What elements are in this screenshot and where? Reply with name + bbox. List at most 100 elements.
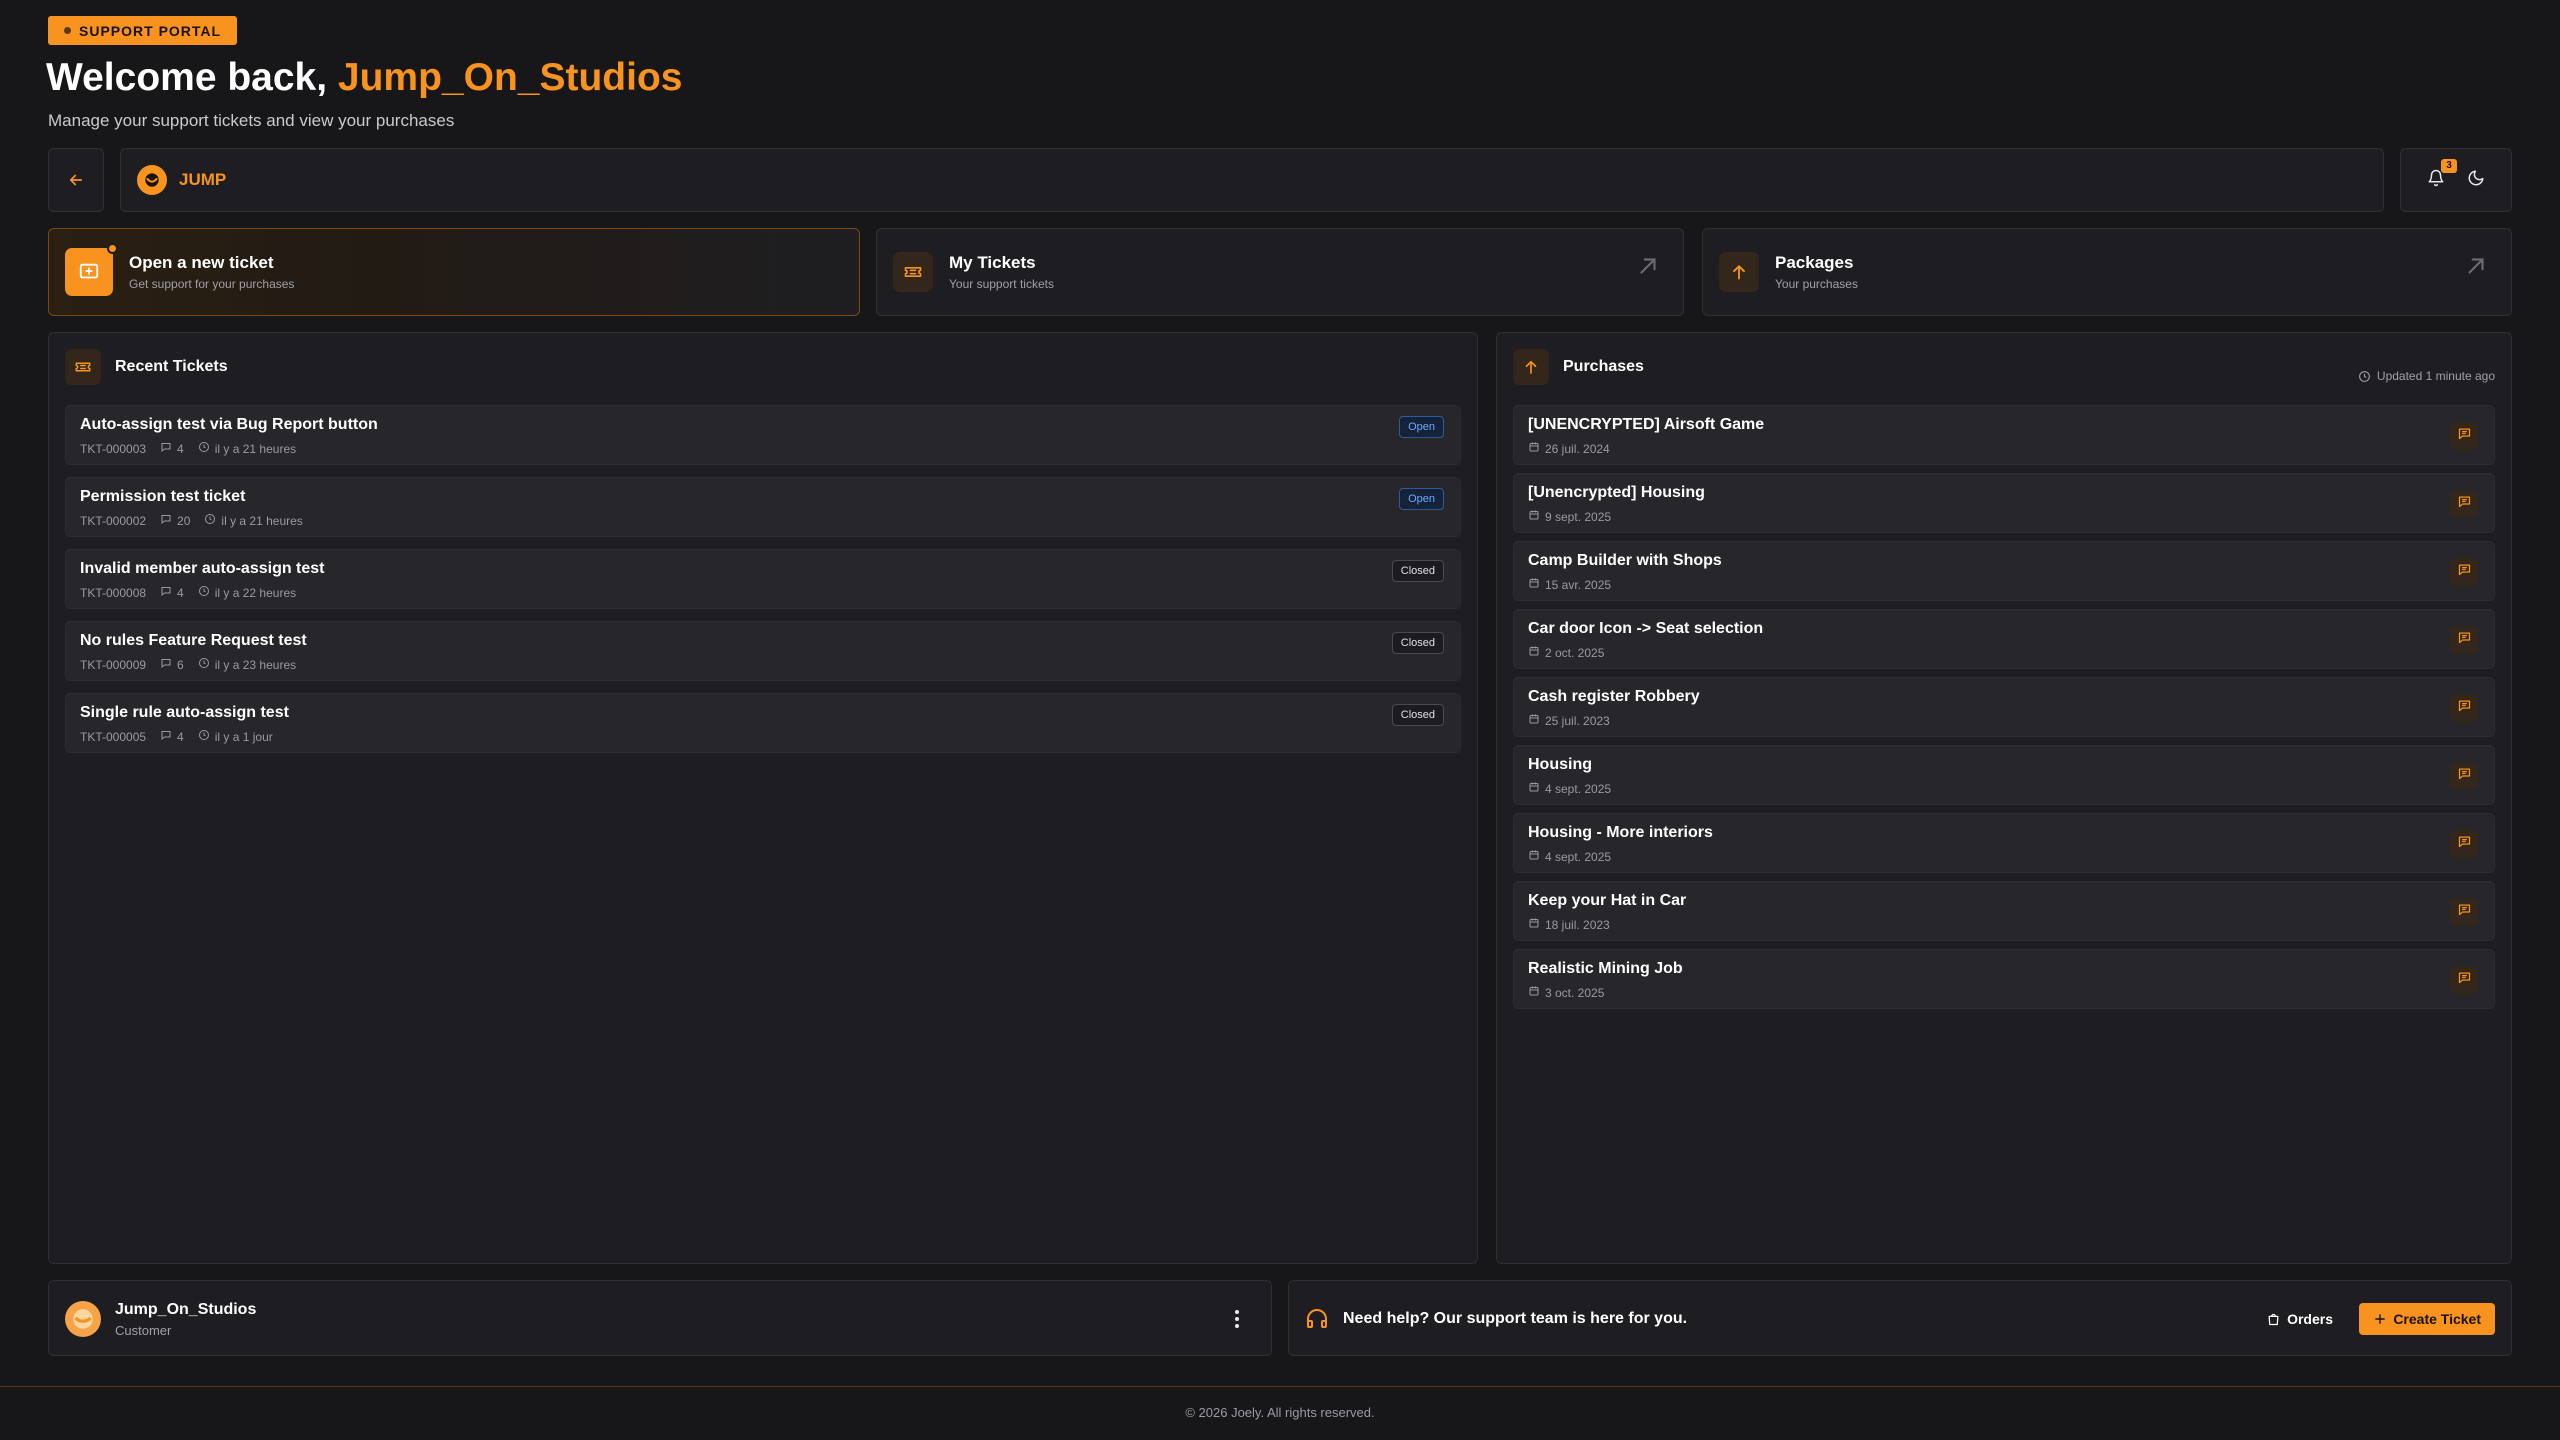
purchase-title: Housing [1528, 756, 1592, 773]
calendar-icon [1528, 441, 1540, 456]
ticket-comments: 4 [160, 441, 184, 456]
ticket-title: Permission test ticket [80, 488, 246, 505]
purchase-meta: 2 oct. 2025 [1528, 645, 1604, 660]
ticket-id: TKT-000008 [80, 585, 147, 600]
my-tickets-card[interactable]: My Tickets Your support tickets [876, 228, 1684, 316]
purchase-title: Keep your Hat in Car [1528, 892, 1687, 909]
purchase-date: 4 sept. 2025 [1545, 781, 1612, 796]
notifications-button[interactable]: 3 [2427, 158, 2457, 192]
ticket-title: Auto-assign test via Bug Report button [80, 416, 378, 433]
message-square-icon [2457, 426, 2472, 446]
open-ticket-for-purchase-button[interactable] [2450, 898, 2478, 926]
avatar [65, 1301, 101, 1337]
ticket-comments: 4 [160, 729, 184, 744]
user-name: Jump_On_Studios [115, 1301, 257, 1318]
purchase-row[interactable]: Camp Builder with Shops 15 avr. 2025 [1513, 541, 2495, 601]
packages-card[interactable]: Packages Your purchases [1702, 228, 2512, 316]
ticket-row[interactable]: Invalid member auto-assign test TKT-00000… [65, 549, 1461, 609]
purchase-date: 4 sept. 2025 [1545, 849, 1612, 864]
calendar-icon [1528, 577, 1540, 592]
open-ticket-for-purchase-button[interactable] [2450, 762, 2478, 790]
purchase-row[interactable]: Keep your Hat in Car 18 juil. 2023 [1513, 881, 2495, 941]
ticket-comment-count: 20 [177, 513, 191, 528]
badge-dot-icon [64, 27, 71, 34]
purchase-meta: 4 sept. 2025 [1528, 781, 1611, 796]
user-menu-button[interactable] [1227, 1307, 1247, 1336]
recent-tickets-title: Recent Tickets [115, 358, 228, 375]
ticket-id: TKT-000002 [80, 513, 147, 528]
footer-copyright: © 2026 Joely. All rights reserved. [1185, 1405, 1375, 1420]
ticket-time-text: il y a 22 heures [214, 585, 297, 600]
ticket-comments: 4 [160, 585, 184, 600]
more-vertical-icon [1235, 1310, 1239, 1328]
ticket-id: TKT-000005 [80, 729, 147, 744]
welcome-user-name: Jump_On_Studios [337, 56, 683, 99]
quick-card-title: My Tickets [949, 253, 1036, 272]
ticket-row[interactable]: Permission test ticket TKT-000002 20 il y a… [65, 477, 1461, 537]
ticket-time: il y a 21 heures [204, 513, 303, 528]
status-badge: Open [1399, 488, 1444, 510]
ticket-row[interactable]: Single rule auto-assign test TKT-000005 4 i… [65, 693, 1461, 753]
header-actions: 3 [2400, 148, 2512, 212]
purchase-row[interactable]: Realistic Mining Job 3 oct. 2025 [1513, 949, 2495, 1009]
ticket-title: No rules Feature Request test [80, 632, 307, 649]
ticket-comments: 6 [160, 657, 184, 672]
ticket-title: Single rule auto-assign test [80, 704, 289, 721]
ticket-icon [65, 349, 101, 385]
recent-tickets-panel: Recent Tickets Auto-assign test via Bug … [48, 332, 1478, 1264]
purchase-title: [Unencrypted] Housing [1528, 484, 1705, 501]
ticket-row[interactable]: No rules Feature Request test TKT-000009 6… [65, 621, 1461, 681]
open-ticket-for-purchase-button[interactable] [2450, 422, 2478, 450]
ticket-time-text: il y a 21 heures [214, 441, 297, 456]
create-ticket-button[interactable]: Create Ticket [2359, 1303, 2495, 1335]
page-subtitle: Manage your support tickets and view you… [48, 111, 455, 130]
purchases-panel: Purchases Updated 1 minute ago [UNENCRYP… [1496, 332, 2512, 1264]
open-ticket-for-purchase-button[interactable] [2450, 490, 2478, 518]
updated-timestamp: Updated 1 minute ago [2358, 369, 2495, 383]
orders-button[interactable]: Orders [2260, 1303, 2339, 1335]
message-plus-icon [65, 243, 118, 296]
purchase-row[interactable]: [Unencrypted] Housing 9 sept. 2025 [1513, 473, 2495, 533]
back-button[interactable] [48, 148, 104, 212]
quick-card-title: Open a new ticket [129, 253, 274, 272]
purchase-date: 26 juil. 2024 [1545, 441, 1610, 456]
ticket-row[interactable]: Auto-assign test via Bug Report button TK… [65, 405, 1461, 465]
orders-label: Orders [2287, 1311, 2333, 1327]
purchase-row[interactable]: [UNENCRYPTED] Airsoft Game 26 juil. 2024 [1513, 405, 2495, 465]
purchase-row[interactable]: Housing - More interiors 4 sept. 2025 [1513, 813, 2495, 873]
ticket-meta: TKT-000005 4 il y a 1 jour [80, 729, 273, 744]
clock-icon [198, 729, 210, 744]
open-ticket-for-purchase-button[interactable] [2450, 694, 2478, 722]
arrow-up-icon [1513, 349, 1549, 385]
purchase-meta: 9 sept. 2025 [1528, 509, 1611, 524]
open-ticket-for-purchase-button[interactable] [2450, 558, 2478, 586]
user-role: Customer [115, 1323, 172, 1338]
badge-label: SUPPORT PORTAL [79, 22, 222, 39]
quick-card-subtitle: Your purchases [1775, 277, 1858, 291]
clock-icon [2358, 370, 2370, 382]
open-ticket-for-purchase-button[interactable] [2450, 966, 2478, 994]
arrow-up-right-icon [2468, 258, 2484, 274]
notification-dot [107, 243, 118, 254]
purchase-row[interactable]: Cash register Robbery 25 juil. 2023 [1513, 677, 2495, 737]
status-badge: Open [1399, 416, 1444, 438]
theme-toggle-button[interactable] [2467, 169, 2485, 192]
status-badge: Closed [1391, 632, 1444, 654]
page-title: Welcome back, Jump_On_Studios [46, 56, 682, 100]
purchase-date: 3 oct. 2025 [1545, 985, 1605, 1000]
brand-logo-icon [137, 165, 167, 195]
ticket-id: TKT-000003 [80, 441, 147, 456]
footer-divider [0, 1386, 2560, 1387]
open-ticket-card[interactable]: Open a new ticket Get support for your p… [48, 228, 860, 316]
open-ticket-for-purchase-button[interactable] [2450, 830, 2478, 858]
plus-icon [2375, 1314, 2386, 1324]
ticket-comment-count: 6 [177, 657, 184, 672]
purchase-row[interactable]: Car door Icon -> Seat selection 2 oct. 20… [1513, 609, 2495, 669]
brand-name: JUMP [179, 170, 227, 189]
help-card: Need help? Our support team is here for … [1288, 1280, 2512, 1356]
message-square-icon [2457, 766, 2472, 786]
open-ticket-for-purchase-button[interactable] [2450, 626, 2478, 654]
purchase-row[interactable]: Housing 4 sept. 2025 [1513, 745, 2495, 805]
brand-bar[interactable]: JUMP [120, 148, 2384, 212]
arrow-up-icon [1719, 252, 1759, 292]
